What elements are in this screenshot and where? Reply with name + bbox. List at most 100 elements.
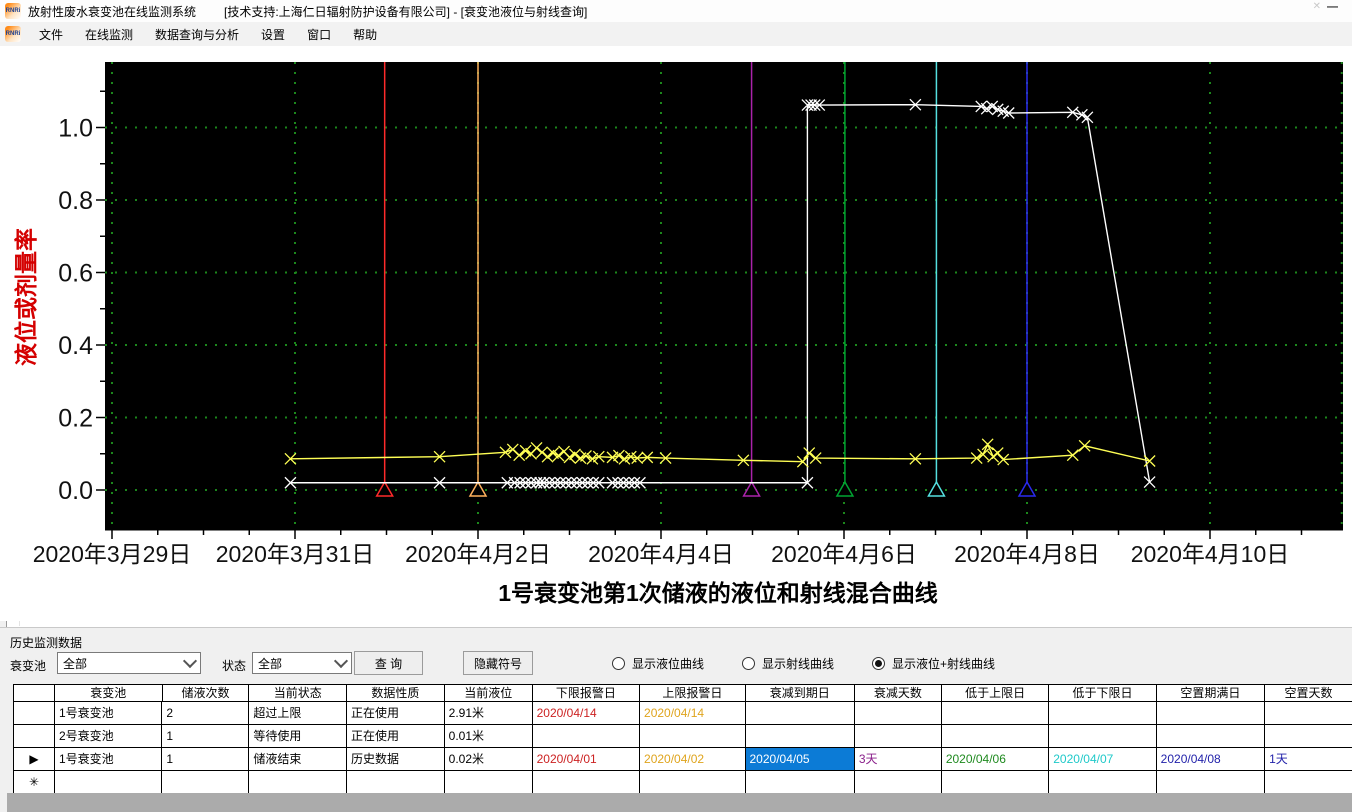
table-cell[interactable]: 储液结束 (249, 748, 347, 771)
menu-item-settings[interactable]: 设置 (250, 23, 296, 46)
column-header[interactable]: 储液次数 (162, 685, 250, 702)
table-cell[interactable] (54, 771, 163, 794)
column-header[interactable]: 上限报警日 (640, 685, 746, 702)
column-header[interactable]: 衰变池 (55, 685, 163, 702)
svg-text:0.6: 0.6 (58, 260, 93, 288)
hide-symbols-button[interactable]: 隐藏符号 (463, 651, 533, 675)
row-selector[interactable] (14, 725, 55, 748)
table-cell[interactable]: 2020/04/01 (532, 748, 641, 771)
title-bar: RNRi 放射性废水衰变池在线监测系统 [技术支持:上海仁日辐射防护设备有限公司… (0, 0, 1352, 22)
radio-show-ray-curve[interactable]: 显示射线曲线 (742, 655, 834, 672)
table-cell[interactable]: 1号衰变池 (54, 748, 163, 771)
pool-filter-label: 衰变池 (10, 659, 47, 673)
table-cell[interactable]: 2020/04/02 (640, 748, 746, 771)
table-cell[interactable] (1156, 725, 1266, 748)
table-cell[interactable] (1156, 771, 1266, 794)
svg-text:2020年3月29日: 2020年3月29日 (33, 541, 192, 567)
table-cell[interactable]: 2020/04/06 (941, 748, 1050, 771)
table-cell[interactable]: 1号衰变池 (54, 702, 163, 725)
table-cell[interactable]: 1 (162, 748, 250, 771)
table-cell[interactable] (854, 771, 942, 794)
column-header[interactable]: 低于下限日 (1049, 685, 1157, 702)
table-cell[interactable] (941, 725, 1050, 748)
table-cell[interactable] (941, 702, 1050, 725)
table-cell[interactable] (1049, 725, 1157, 748)
table-cell[interactable] (1156, 702, 1266, 725)
row-selector[interactable] (14, 702, 55, 725)
status-filter-select[interactable]: 全部 (252, 652, 352, 674)
selected-cell[interactable]: 2020/04/05 (745, 748, 855, 771)
table-cell[interactable] (347, 771, 445, 794)
y-axis-title: 液位或剂量率 (13, 228, 39, 366)
panel-title: 历史监测数据 (10, 636, 83, 650)
table-cell[interactable]: 正在使用 (347, 702, 445, 725)
table-cell[interactable] (1049, 702, 1157, 725)
chart-title: 1号衰变池第1次储液的液位和射线混合曲线 (498, 580, 938, 606)
svg-text:2020年4月4日: 2020年4月4日 (588, 541, 734, 567)
table-cell[interactable]: 3天 (854, 748, 942, 771)
table-cell[interactable] (640, 725, 746, 748)
table-cell[interactable] (745, 771, 855, 794)
table-cell[interactable] (640, 771, 746, 794)
menu-item-online-monitor[interactable]: 在线监测 (74, 23, 144, 46)
table-cell[interactable] (854, 725, 942, 748)
svg-text:2020年4月6日: 2020年4月6日 (771, 541, 917, 567)
table-cell[interactable] (1265, 725, 1352, 748)
table-cell[interactable]: 2020/04/07 (1049, 748, 1157, 771)
radio-show-level-plus-ray-curve[interactable]: 显示液位+射线曲线 (872, 655, 995, 672)
table-cell[interactable] (1265, 771, 1352, 794)
table-cell[interactable]: 0.01米 (444, 725, 533, 748)
column-header[interactable]: 空置期满日 (1156, 685, 1266, 702)
table-cell[interactable]: 0.02米 (444, 748, 533, 771)
new-row-indicator-icon[interactable]: ✳ (14, 771, 55, 794)
table-cell[interactable] (249, 771, 347, 794)
table-cell[interactable] (1049, 771, 1157, 794)
table-header-row: 衰变池 储液次数 当前状态 数据性质 当前液位 下限报警日 上限报警日 衰减到期日 衰减天数 低于… (14, 685, 1352, 702)
table-cell[interactable] (1265, 702, 1352, 725)
table-cell[interactable]: 等待使用 (249, 725, 347, 748)
pool-filter-select[interactable]: 全部 (57, 652, 201, 674)
close-icon[interactable]: ✕ (1313, 1, 1321, 12)
minimize-icon[interactable]: — (1327, 1, 1338, 13)
query-button[interactable]: 查 询 (354, 651, 423, 675)
table-cell[interactable]: 2 (162, 702, 250, 725)
column-header[interactable]: 低于上限日 (941, 685, 1050, 702)
column-header[interactable]: 空置天数 (1265, 685, 1352, 702)
menu-item-window[interactable]: 窗口 (296, 23, 342, 46)
table-cell[interactable] (941, 771, 1050, 794)
current-row-indicator-icon[interactable]: ▶ (14, 748, 55, 771)
table-cell[interactable] (444, 771, 533, 794)
mixed-curve-chart: 0.00.20.40.60.81.02020年3月29日 2020年3月31日 20… (13, 62, 1343, 606)
chevron-down-icon (333, 653, 349, 669)
table-cell[interactable]: 2.91米 (444, 702, 533, 725)
table-cell[interactable] (745, 702, 855, 725)
table-cell[interactable]: 2020/04/08 (1156, 748, 1266, 771)
table-cell[interactable]: 1天 (1265, 748, 1352, 771)
table-cell[interactable] (854, 702, 942, 725)
radio-circle-icon (742, 656, 756, 670)
table-cell[interactable]: 历史数据 (347, 748, 445, 771)
column-header[interactable]: 下限报警日 (532, 685, 641, 702)
table-cell[interactable] (532, 771, 641, 794)
column-header[interactable]: 当前液位 (444, 685, 533, 702)
table-cell[interactable]: 1 (162, 725, 250, 748)
table-cell[interactable]: 2020/04/14 (640, 702, 746, 725)
column-header[interactable]: 数据性质 (347, 685, 445, 702)
column-header[interactable]: 衰减到期日 (745, 685, 855, 702)
radio-show-level-curve[interactable]: 显示液位曲线 (612, 655, 704, 672)
column-header[interactable]: 衰减天数 (854, 685, 942, 702)
table-cell[interactable] (162, 771, 250, 794)
column-header[interactable]: 当前状态 (249, 685, 348, 702)
menu-item-data-query[interactable]: 数据查询与分析 (144, 23, 250, 46)
table-row: ▶ 1号衰变池 1 储液结束 历史数据 0.02米 2020/04/01 2020/04/02… (14, 748, 1352, 771)
table-cell[interactable]: 超过上限 (249, 702, 347, 725)
table-cell[interactable]: 2020/04/14 (532, 702, 641, 725)
svg-text:0.2: 0.2 (58, 405, 93, 433)
menu-item-help[interactable]: 帮助 (342, 23, 388, 46)
table-cell[interactable]: 正在使用 (347, 725, 445, 748)
svg-text:0.0: 0.0 (58, 477, 93, 505)
table-cell[interactable] (532, 725, 641, 748)
table-cell[interactable] (745, 725, 855, 748)
table-cell[interactable]: 2号衰变池 (54, 725, 163, 748)
menu-item-file[interactable]: 文件 (28, 23, 74, 46)
